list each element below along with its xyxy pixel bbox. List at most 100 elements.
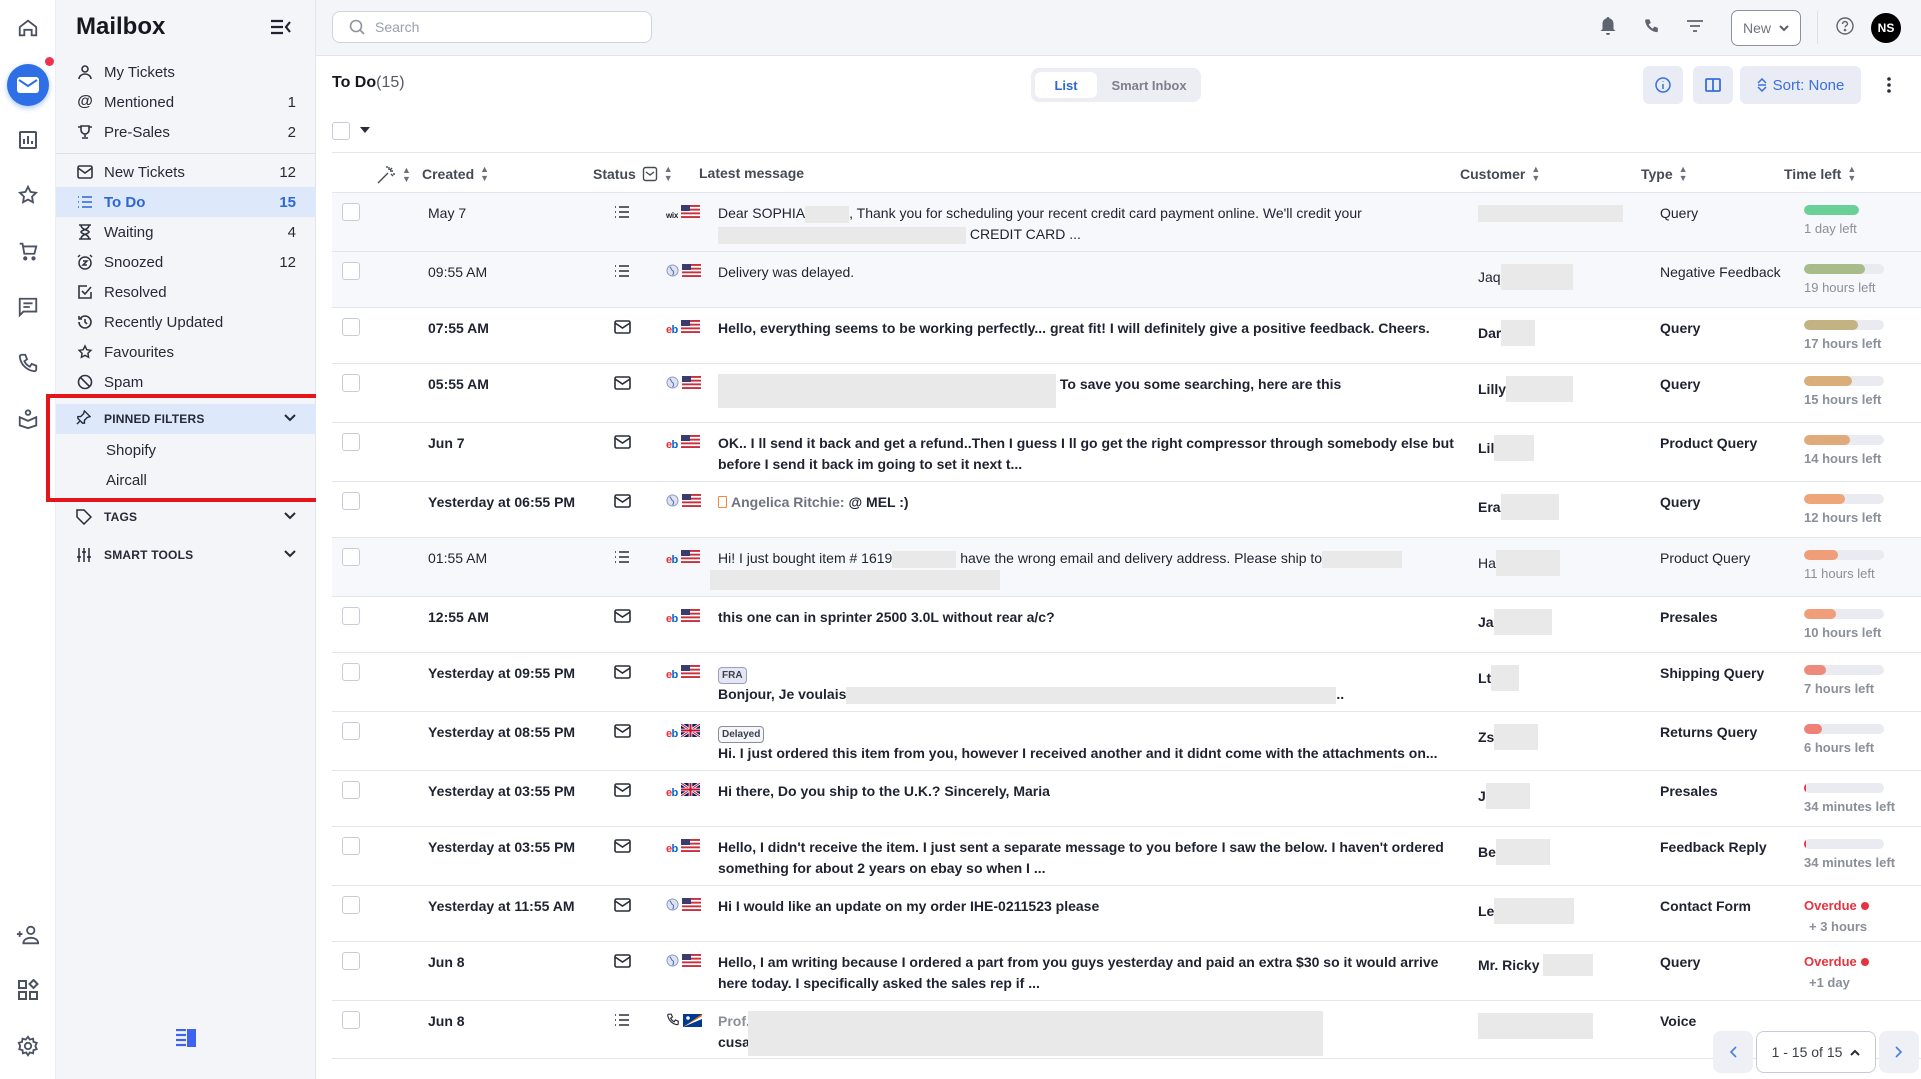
note-author: Angelica Ritchie: xyxy=(731,494,845,510)
inbox-icon xyxy=(642,166,657,182)
sidebar-item-count: 1 xyxy=(287,93,296,111)
sort-button[interactable]: Sort: None xyxy=(1740,66,1861,104)
tab-smart-inbox[interactable]: Smart Inbox xyxy=(1101,72,1197,98)
sidebar-item-snoozed[interactable]: Snoozed 12 xyxy=(56,247,316,277)
sidebar-item-resolved[interactable]: Resolved xyxy=(56,277,316,307)
row-checkbox[interactable] xyxy=(342,781,360,799)
sidebar-item-new-tickets[interactable]: New Tickets 12 xyxy=(56,157,316,187)
customer-cell: Era xyxy=(1478,494,1559,520)
split-view-button[interactable] xyxy=(1693,66,1733,104)
phone-icon[interactable] xyxy=(1640,15,1662,37)
channel-info: wix xyxy=(666,205,700,222)
phone-icon[interactable] xyxy=(0,343,56,383)
row-checkbox[interactable] xyxy=(342,896,360,914)
column-created[interactable]: Created ▲ ▼ xyxy=(422,165,489,183)
table-row[interactable]: Yesterday at 06:55 PM Angelica Ritchie: @… xyxy=(332,482,1921,538)
more-options-icon[interactable] xyxy=(1882,72,1896,98)
column-customer[interactable]: Customer ▲ ▼ xyxy=(1460,165,1540,183)
redacted-text xyxy=(1501,320,1536,346)
tab-list[interactable]: List xyxy=(1035,72,1097,98)
table-row[interactable]: Yesterday at 08:55 PM eb Delayed Hi. I just… xyxy=(332,712,1921,771)
bulk-select[interactable] xyxy=(332,122,370,140)
filter-icon[interactable] xyxy=(1684,15,1706,37)
reports-icon[interactable] xyxy=(0,120,56,160)
row-checkbox[interactable] xyxy=(342,1011,360,1029)
sidebar-item-waiting[interactable]: Waiting 4 xyxy=(56,217,316,247)
sidebar-item-my-tickets[interactable]: My Tickets xyxy=(56,57,316,87)
collapse-sidebar-icon[interactable] xyxy=(270,18,292,38)
table-row[interactable]: Yesterday at 03:55 PM eb Hello, I didn't r… xyxy=(332,827,1921,886)
row-checkbox[interactable] xyxy=(342,607,360,625)
sidebar-item-mentioned[interactable]: @ Mentioned 1 xyxy=(56,87,316,117)
row-checkbox[interactable] xyxy=(342,837,360,855)
table-row[interactable]: 09:55 AM Delivery was delayed. Jaq Negative… xyxy=(332,252,1921,308)
mailbox-icon[interactable] xyxy=(7,64,49,106)
column-type[interactable]: Type ▲ ▼ xyxy=(1641,165,1688,183)
table-row[interactable]: Jun 7 eb OK.. I ll send it back and get a … xyxy=(332,423,1921,482)
tags-section[interactable]: TAGS xyxy=(56,502,316,532)
row-checkbox[interactable] xyxy=(342,262,360,280)
row-checkbox[interactable] xyxy=(342,433,360,451)
sidebar-item-to-do[interactable]: To Do 15 xyxy=(56,187,316,217)
row-checkbox[interactable] xyxy=(342,952,360,970)
table-row[interactable]: Jun 8 Prof. Vcusar Voice xyxy=(332,1001,1921,1059)
channel-info: eb xyxy=(666,435,700,452)
row-checkbox[interactable] xyxy=(342,374,360,392)
panel-toggle-icon[interactable] xyxy=(176,1028,196,1051)
table-row[interactable]: Jun 8 Hello, I am writing because I order… xyxy=(332,942,1921,1001)
chat-icon[interactable] xyxy=(0,287,56,327)
star-icon[interactable] xyxy=(0,175,56,215)
cart-icon[interactable] xyxy=(0,231,56,271)
table-row[interactable]: May 7 wix Dear SOPHIA , Thank you for sched… xyxy=(332,193,1921,252)
redacted-text xyxy=(1495,550,1560,576)
table-row[interactable]: Yesterday at 11:55 AM Hi I would like an … xyxy=(332,886,1921,942)
search-input[interactable]: Search xyxy=(332,11,652,43)
time-left-bar xyxy=(1804,205,1859,215)
row-checkbox[interactable] xyxy=(342,548,360,566)
help-icon[interactable] xyxy=(1834,15,1856,37)
prev-page-button[interactable] xyxy=(1713,1031,1753,1073)
table-row[interactable]: 01:55 AM eb Hi! I just bought item # 1619 … xyxy=(332,538,1921,597)
sidebar-item-count: 12 xyxy=(279,253,296,271)
row-checkbox[interactable] xyxy=(342,663,360,681)
column-time-left[interactable]: Time left ▲ ▼ xyxy=(1784,165,1856,183)
sidebar-item-count: 4 xyxy=(287,223,296,241)
sidebar-item-favourites[interactable]: Favourites xyxy=(56,337,316,367)
chevron-down-icon[interactable] xyxy=(284,510,296,524)
add-user-icon[interactable] xyxy=(0,915,56,955)
avatar[interactable]: NS xyxy=(1871,13,1901,43)
table-row[interactable]: Yesterday at 09:55 PM eb FRA Bonjour, Je vo… xyxy=(332,653,1921,712)
next-page-button[interactable] xyxy=(1879,1031,1919,1073)
row-checkbox[interactable] xyxy=(342,318,360,336)
web-channel-icon xyxy=(666,898,679,915)
apps-icon[interactable] xyxy=(0,970,56,1010)
table-row[interactable]: 05:55 AM To save you some searching, her… xyxy=(332,364,1921,423)
info-button[interactable] xyxy=(1643,66,1683,104)
page-selector[interactable]: 1 - 15 of 15 xyxy=(1756,1031,1876,1073)
sidebar-item-pre-sales[interactable]: Pre-Sales 2 xyxy=(56,117,316,147)
row-checkbox[interactable] xyxy=(342,722,360,740)
row-checkbox[interactable] xyxy=(342,492,360,510)
sidebar-item-spam[interactable]: Spam xyxy=(56,367,316,397)
select-dropdown-icon[interactable] xyxy=(360,127,370,133)
table-row[interactable]: 12:55 AM eb this one can in sprinter 2500 … xyxy=(332,597,1921,653)
bell-icon[interactable] xyxy=(1597,15,1619,37)
settings-icon[interactable] xyxy=(0,1026,56,1066)
time-left-bar-fill xyxy=(1804,609,1836,619)
magic-sort-header[interactable]: ▲ ▼ xyxy=(376,165,411,185)
select-all-checkbox[interactable] xyxy=(332,122,350,140)
customer-cell: Ja xyxy=(1478,609,1552,635)
table-row[interactable]: Yesterday at 03:55 PM eb Hi there, Do you … xyxy=(332,771,1921,827)
overdue-dot xyxy=(1860,901,1869,910)
channel-info: eb xyxy=(666,320,700,337)
chevron-down-icon[interactable] xyxy=(284,548,296,562)
customer-cell: Le xyxy=(1478,898,1575,924)
home-icon[interactable] xyxy=(0,8,56,48)
row-checkbox[interactable] xyxy=(342,203,360,221)
new-button[interactable]: New xyxy=(1731,10,1801,46)
smart-tools-section[interactable]: SMART TOOLS xyxy=(56,540,316,570)
table-row[interactable]: 07:55 AM eb Hello, everything seems to be … xyxy=(332,308,1921,364)
column-status[interactable]: Status ▲ ▼ xyxy=(593,165,673,183)
pagination-label: 1 - 15 of 15 xyxy=(1771,1044,1843,1060)
sidebar-item-recently-updated[interactable]: Recently Updated xyxy=(56,307,316,337)
